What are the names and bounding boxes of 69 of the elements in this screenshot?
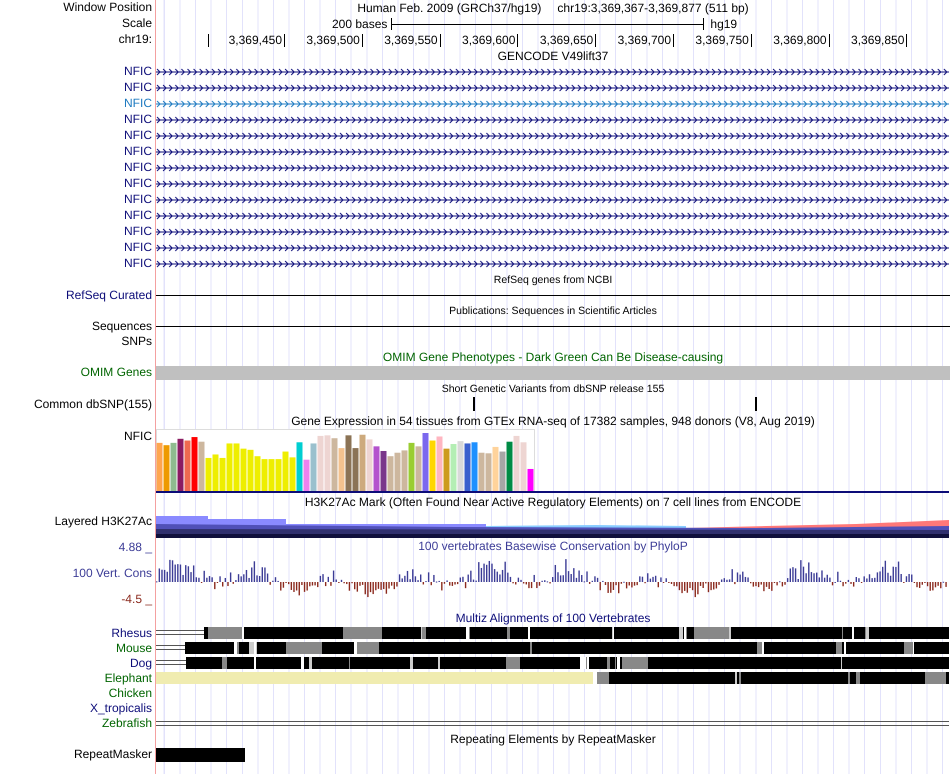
assembly-text: Human Feb. 2009 (GRCh37/hg19) [357, 0, 542, 16]
track-label[interactable]: SNPs [121, 334, 152, 348]
axis-max-label: 4.88 _ [118, 540, 152, 554]
scale-text: 200 bases [332, 17, 388, 31]
ruler-label: 3,369,850 [851, 32, 904, 48]
species-label[interactable]: Mouse [116, 641, 152, 655]
species-label[interactable]: Elephant [104, 671, 152, 685]
gene-label[interactable]: NFIC [124, 192, 152, 206]
assembly-text: hg19 [710, 17, 738, 31]
gene-label[interactable]: NFIC [124, 128, 152, 142]
row-label: Window Position [62, 0, 153, 16]
gene-label[interactable]: NFIC [124, 176, 152, 190]
ruler-tick [906, 34, 908, 47]
ruler-tick [284, 34, 285, 47]
row-label: Scale [120, 16, 153, 32]
track-label[interactable]: RepeatMasker [74, 747, 152, 761]
ruler-label: 3,369,450 [228, 32, 282, 48]
species-label[interactable]: Zebrafish [102, 716, 152, 730]
ruler-label: 3,369,500 [306, 32, 360, 48]
species-label[interactable]: X_tropicalis [90, 701, 152, 715]
ruler-tick [208, 34, 209, 47]
ruler-tick [828, 34, 830, 47]
ruler-tick [750, 34, 752, 47]
gene-label[interactable]: NFIC [124, 96, 152, 110]
ruler-tick [673, 34, 674, 47]
track-label[interactable]: RefSeq Curated [66, 288, 152, 302]
track-label[interactable]: 100 Vert. Cons [72, 566, 152, 580]
gene-label[interactable]: NFIC [124, 256, 152, 270]
track-label[interactable]: NFIC [124, 429, 152, 443]
ruler-tick [440, 34, 441, 47]
ruler-tick [595, 34, 596, 47]
species-label[interactable]: Chicken [108, 686, 152, 700]
track-title: RefSeq genes from NCBI [494, 272, 612, 288]
gene-label[interactable]: NFIC [124, 64, 152, 78]
gene-label[interactable]: NFIC [124, 208, 152, 222]
track-title: Multiz Alignments of 100 Vertebrates [456, 610, 650, 626]
species-label[interactable]: Dog [130, 656, 152, 670]
row-label: chr19: [118, 32, 153, 48]
gene-label[interactable]: NFIC [124, 112, 152, 126]
ruler-tick [517, 34, 518, 47]
ruler-label: 3,369,800 [773, 32, 827, 48]
track-title: OMIM Gene Phenotypes - Dark Green Can Be Disease-causing [382, 350, 724, 364]
track-title: 100 vertebrates Basewise Conservation by PhyloP [418, 538, 688, 554]
ruler-tick [362, 34, 363, 47]
track-title: H3K27Ac Mark (Often Found Near Active Regulatory Elements) on 7 cell lines from ENCODE [304, 494, 802, 510]
track-label[interactable]: Sequences [92, 319, 152, 333]
species-label[interactable]: Rhesus [111, 626, 152, 640]
snp-mark [473, 397, 475, 411]
gene-label[interactable]: NFIC [124, 160, 152, 174]
track-title: Publications: Sequences in Scientific Articles [449, 304, 657, 318]
ruler-label: 3,369,700 [618, 32, 671, 48]
snp-mark [755, 397, 757, 411]
gene-label[interactable]: NFIC [124, 80, 152, 94]
axis-min-label: -4.5 _ [121, 592, 152, 606]
gene-label[interactable]: NFIC [124, 240, 152, 254]
track-label[interactable]: OMIM Genes [80, 365, 152, 379]
track-title: Short Genetic Variants from dbSNP release 155 [442, 382, 664, 396]
track-label[interactable]: Common dbSNP(155) [34, 397, 152, 411]
ruler-label: 3,369,750 [695, 32, 749, 48]
ruler-label: 3,369,550 [384, 32, 438, 48]
track-title: Gene Expression in 54 tissues from GTEx RNA-seq of 17382 samples, 948 donors (V8, Aug 2019) [291, 414, 815, 428]
gene-label[interactable]: NFIC [124, 224, 152, 238]
track-title: GENCODE V49lift37 [498, 48, 608, 64]
position-text: chr19:3,369,367-3,369,877 (511 bp) [557, 0, 749, 16]
gene-label[interactable]: NFIC [124, 144, 152, 158]
ruler-label: 3,369,650 [540, 32, 594, 48]
ruler-label: 3,369,600 [462, 32, 516, 48]
track-label[interactable]: Layered H3K27Ac [54, 514, 152, 528]
track-title: Repeating Elements by RepeatMasker [450, 732, 656, 746]
